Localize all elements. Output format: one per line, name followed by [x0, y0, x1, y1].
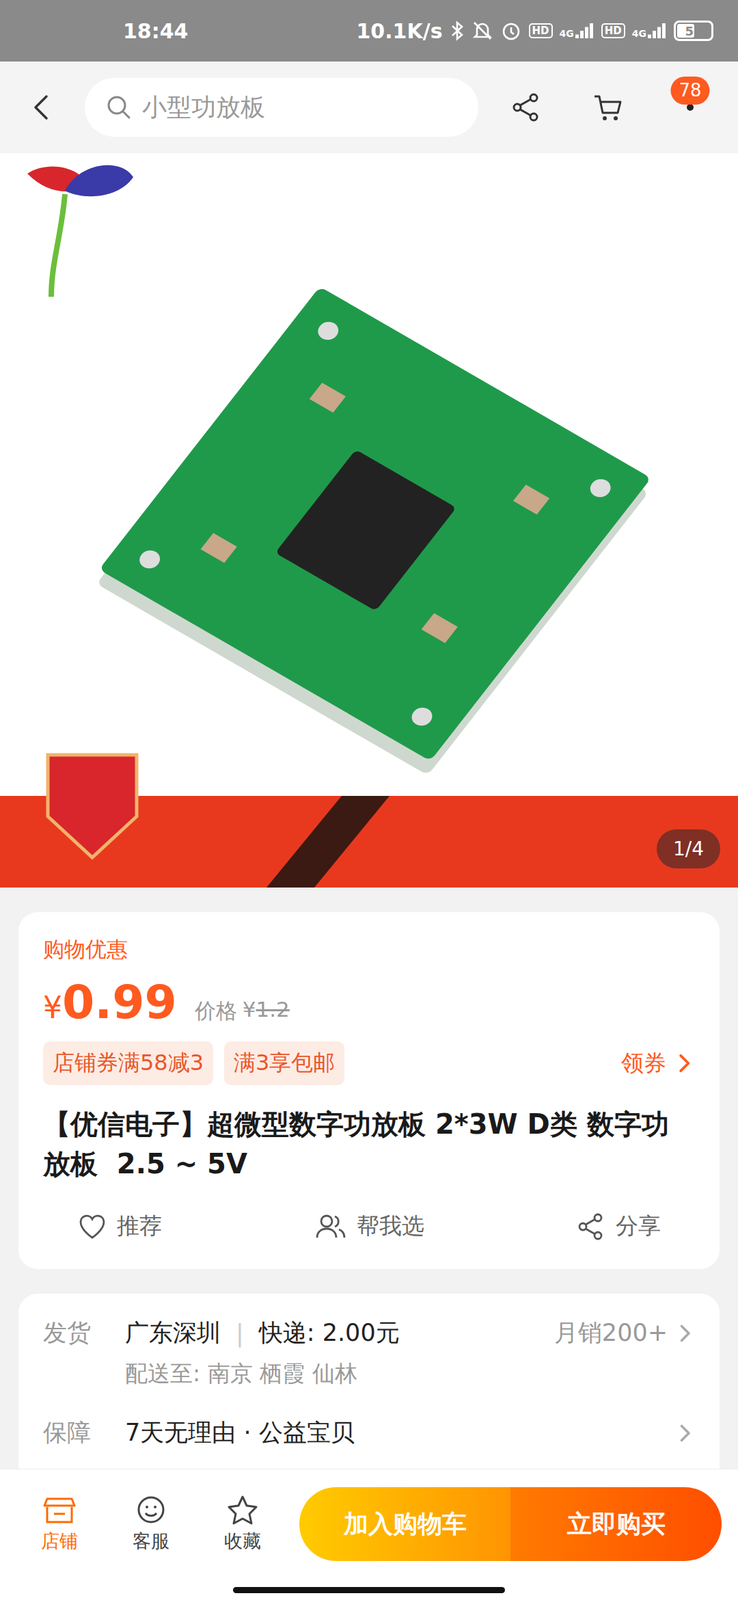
- more-button[interactable]: 78: [656, 102, 725, 113]
- back-icon[interactable]: [27, 92, 58, 123]
- delivery-address: 配送至: 南京 栖霞 仙林: [125, 1357, 695, 1389]
- share-icon: [510, 91, 542, 123]
- price-value: 0.99: [62, 974, 177, 1029]
- detail-label: 发货: [43, 1316, 98, 1389]
- coupon-link[interactable]: 领券: [621, 1047, 695, 1079]
- detail-value: 广东深圳: [125, 1316, 221, 1349]
- detail-row[interactable]: 保障 7天无理由 · 公益宝贝: [43, 1415, 695, 1448]
- promo-tags: 店铺券满58减3满3享包邮 领券: [43, 1040, 695, 1085]
- action-button[interactable]: 推荐: [77, 1210, 162, 1241]
- price-card: 购物优惠¥0.99价格¥1.2店铺券满58减3满3享包邮领券【优信电子】超微型数…: [18, 911, 720, 1269]
- chevron-icon: [673, 1051, 695, 1074]
- promo-tag[interactable]: 满3享包邮: [224, 1040, 345, 1085]
- action-button[interactable]: 分享: [576, 1210, 661, 1241]
- bottom-bar: 店铺 客服 收藏 加入购物车立即购买: [0, 1467, 738, 1599]
- original-value: 1.2: [256, 996, 290, 1021]
- nav-label: 收藏: [224, 1527, 262, 1553]
- net-speed: 10.1K/s: [356, 19, 443, 44]
- cart-button[interactable]: [574, 90, 643, 124]
- chevron-icon: [674, 1322, 695, 1343]
- mute-icon: [471, 19, 494, 42]
- action-label: 推荐: [116, 1210, 162, 1241]
- store-icon: [43, 1493, 76, 1524]
- network-label: 4G: [559, 28, 574, 39]
- nav-button[interactable]: 店铺: [13, 1493, 106, 1553]
- star-icon: [226, 1493, 259, 1524]
- heart-icon: [77, 1210, 108, 1241]
- bluetooth-icon: [449, 20, 465, 41]
- signal-icon: [575, 23, 595, 39]
- share-icon: [576, 1210, 607, 1241]
- action-label: 分享: [615, 1210, 661, 1241]
- message-badge: 78: [670, 76, 710, 105]
- signal-icon: [647, 23, 667, 39]
- nav-button[interactable]: 收藏: [196, 1493, 289, 1553]
- action-bar: 店铺 客服 收藏 加入购物车立即购买: [0, 1468, 738, 1566]
- hd-label: HD: [601, 23, 626, 39]
- share-button[interactable]: [492, 91, 561, 123]
- detail-label: 保障: [43, 1415, 98, 1448]
- nav-label: 客服: [132, 1527, 170, 1553]
- action-label: 帮我选: [356, 1210, 425, 1241]
- search-text: 小型功放板: [142, 90, 266, 125]
- shipping-fee: 快递: 2.00元: [258, 1316, 400, 1349]
- status-icons: 10.1K/s HD 4G HD 4G 53: [356, 19, 714, 44]
- battery-level: 53: [675, 22, 712, 39]
- detail-row[interactable]: 发货广东深圳 | 快递: 2.00元 月销200+ 配送至: 南京 栖霞 仙林: [43, 1316, 695, 1389]
- battery: 53: [673, 20, 714, 41]
- action-button[interactable]: 帮我选: [314, 1210, 425, 1241]
- currency: ¥: [43, 989, 63, 1025]
- top-bar: 小型功放板 78: [0, 61, 738, 154]
- product-title: 【优信电子】超微型数字功放板 2*3W D类 数字功放板 2.5 ~ 5V: [43, 1103, 695, 1183]
- hd-label: HD: [528, 23, 553, 39]
- service-icon: [134, 1493, 168, 1524]
- promo-tag[interactable]: 店铺券满58减3: [43, 1040, 214, 1085]
- detail-value: 7天无理由 · 公益宝贝: [125, 1415, 355, 1448]
- buy-now-button[interactable]: 立即购买: [510, 1486, 722, 1561]
- monthly-sales: 月销200+: [554, 1316, 668, 1349]
- people-icon: [314, 1210, 348, 1241]
- original-label: 价格: [194, 996, 238, 1025]
- original-price: 价格¥1.2: [194, 996, 290, 1025]
- nav-label: 店铺: [41, 1527, 78, 1553]
- photo: [0, 153, 738, 887]
- chevron-icon: [674, 1422, 695, 1443]
- original-currency: ¥: [242, 996, 257, 1021]
- separator: |: [235, 1318, 244, 1347]
- buy-buttons: 加入购物车立即购买: [299, 1486, 722, 1561]
- clock: 18:44: [123, 19, 189, 44]
- action-row: 推荐 帮我选 分享: [43, 1210, 695, 1246]
- price: ¥0.99: [43, 974, 177, 1029]
- home-indicator: [233, 1586, 505, 1593]
- coupon-label: 领券: [621, 1047, 667, 1079]
- search-icon: [105, 93, 133, 121]
- product-image[interactable]: 1/4: [0, 153, 738, 887]
- alarm-icon: [500, 19, 523, 42]
- detail-more: [674, 1422, 695, 1443]
- promo-label: 购物优惠: [43, 934, 695, 964]
- signal: 4G: [632, 23, 667, 39]
- add-to-cart-button[interactable]: 加入购物车: [299, 1486, 511, 1561]
- price-row: ¥0.99价格¥1.2: [43, 974, 695, 1029]
- detail-more: 月销200+: [554, 1316, 695, 1349]
- image-counter: 1/4: [656, 828, 721, 868]
- nav-button[interactable]: 客服: [105, 1493, 197, 1553]
- signal: 4G: [559, 23, 595, 39]
- status-bar: 18:44 10.1K/s HD 4G HD 4G 53: [0, 0, 738, 62]
- cart-icon: [591, 90, 625, 124]
- search-field[interactable]: 小型功放板: [84, 77, 479, 137]
- network-label: 4G: [632, 28, 647, 39]
